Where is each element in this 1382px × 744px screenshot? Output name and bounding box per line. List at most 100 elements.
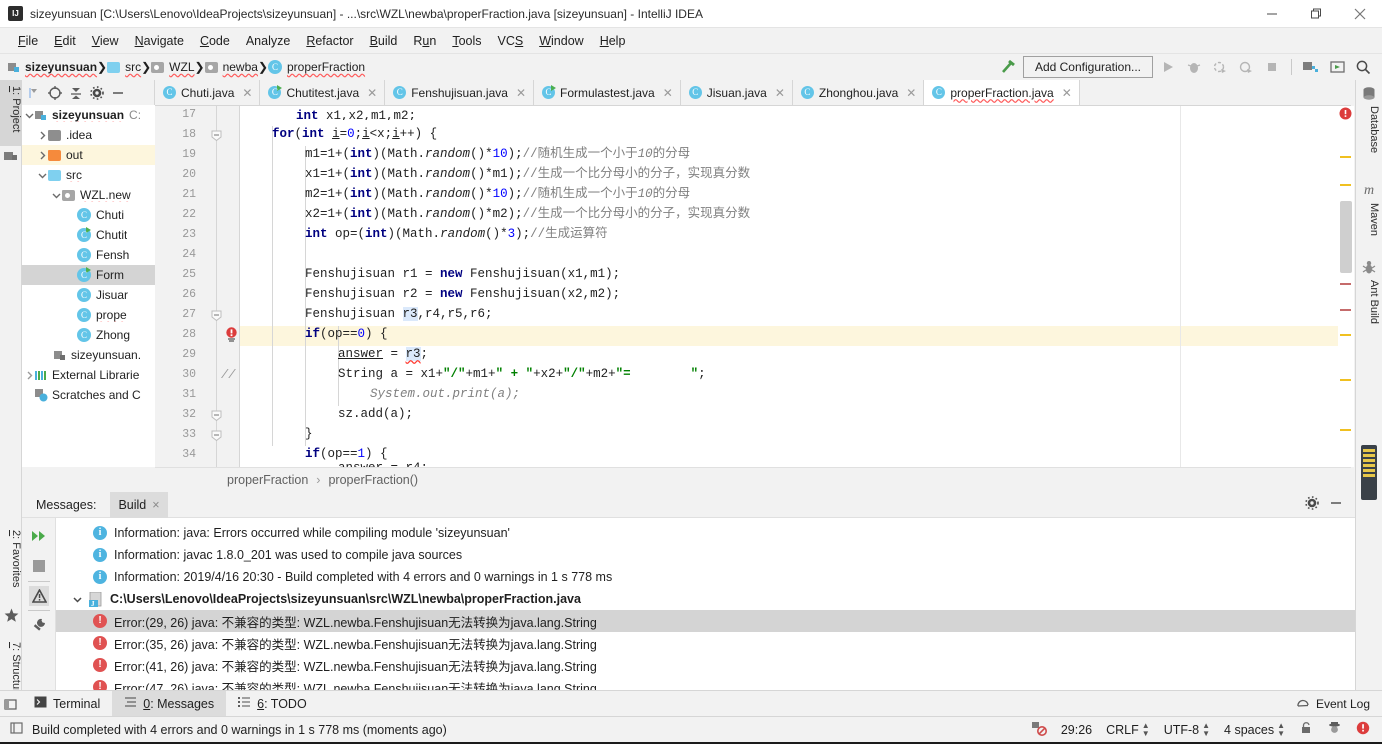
show-tool-windows-icon[interactable] [0,691,22,717]
editor-gutter[interactable]: 17 18 19 20 21 22 23 24 25 26 27 28 29 3… [155,106,240,467]
code-editor[interactable]: 17 18 19 20 21 22 23 24 25 26 27 28 29 3… [155,106,1351,467]
chevron-down-icon[interactable] [69,591,85,607]
chevron-right-icon[interactable] [37,145,48,165]
minimize-button[interactable] [1250,0,1294,28]
tab-messages[interactable]: 0: Messages [112,690,227,717]
no-vcs-icon[interactable] [1031,720,1047,739]
breadcrumb-newba[interactable]: newba [204,60,258,74]
tab-fenshujisuan-java[interactable]: Fenshujisuan.java ✕ [385,80,534,105]
error-badge-icon[interactable] [1356,721,1370,738]
profile-icon[interactable] [1235,56,1257,78]
error-count-badge[interactable] [1338,106,1354,122]
chevron-down-icon[interactable] [24,105,35,125]
close-icon[interactable]: ✕ [516,86,526,100]
messages-build-tab[interactable]: Build × [110,491,168,518]
close-icon[interactable]: ✕ [906,86,916,100]
run-configuration-selector[interactable]: Add Configuration... [1023,56,1153,78]
tree-item-out[interactable]: out [22,145,155,165]
sidebar-item-database[interactable]: Database [1359,106,1380,153]
sidebar-item-project[interactable]: 1: Project [0,80,22,146]
message-row-info-1[interactable]: Information: java: Errors occurred while… [56,522,1355,544]
chevron-right-icon[interactable] [24,365,35,385]
message-row-info-2[interactable]: Information: javac 1.8.0_201 was used to… [56,544,1355,566]
menu-build[interactable]: Build [362,31,406,51]
tab-properfraction-java[interactable]: properFraction.java ✕ [924,80,1080,105]
chevron-right-icon[interactable] [37,125,48,145]
fold-collapse-icon[interactable] [211,310,222,322]
collapse-marker-icon[interactable] [24,83,43,102]
tree-item-formulastest[interactable]: Form [22,265,155,285]
update-icon[interactable] [1326,56,1348,78]
search-everywhere-icon[interactable] [1352,56,1374,78]
tree-item-src[interactable]: src [22,165,155,185]
tab-todo[interactable]: 6: TODO [226,691,319,717]
menu-run[interactable]: Run [405,31,444,51]
fold-collapse-icon[interactable] [211,130,222,142]
inspection-hector-icon[interactable] [1327,721,1342,738]
warning-marker[interactable] [1340,184,1351,186]
encoding-selector[interactable]: UTF-8 ▲ ▼ [1164,721,1210,738]
message-row-error-2[interactable]: Error:(35, 26) java: 不兼容的类型: WZL.newba.F… [56,632,1355,654]
tree-item-sizeyunsuan-iml[interactable]: sizeyunsuan. [22,345,155,365]
project-structure-icon[interactable] [1300,56,1322,78]
menu-code[interactable]: Code [192,31,238,51]
close-icon[interactable]: ✕ [242,86,252,100]
sidebar-item-ant-build[interactable]: Ant Build [1359,280,1380,324]
error-marker[interactable] [1340,309,1351,311]
hide-panel-icon[interactable] [1329,496,1343,513]
stop-icon[interactable] [29,556,49,576]
code-text-area[interactable]: int x1,x2,m1,m2; for(int i=0;i<x;i++) { … [240,106,1351,467]
collapse-all-icon[interactable] [66,83,85,102]
tab-chutitest-java[interactable]: Chutitest.java ✕ [260,80,386,105]
tree-item-properfraction[interactable]: prope [22,305,155,325]
toggle-panel-icon[interactable] [10,721,24,738]
menu-vcs[interactable]: VCS [490,31,532,51]
tab-formulastest-java[interactable]: Formulastest.java ✕ [534,80,681,105]
menu-tools[interactable]: Tools [444,31,489,51]
tree-item-jisuan[interactable]: Jisuar [22,285,155,305]
close-icon[interactable]: ✕ [1062,86,1072,100]
menu-file[interactable]: File [10,31,46,51]
breadcrumb-src[interactable]: src [107,60,141,74]
run-icon[interactable] [1157,56,1179,78]
tree-item-fenshujisuan[interactable]: Fensh [22,245,155,265]
warning-marker[interactable] [1340,334,1351,336]
tree-item-sizeyunsuan[interactable]: sizeyunsuan C: [22,105,155,125]
menu-analyze[interactable]: Analyze [238,31,298,51]
breadcrumb-class[interactable]: properFraction [227,473,308,487]
close-icon[interactable]: ✕ [775,86,785,100]
rerun-icon[interactable] [29,526,49,546]
build-messages-list[interactable]: Information: java: Errors occurred while… [56,518,1355,696]
caret-position[interactable]: 29:26 [1061,723,1092,737]
tree-item-scratches[interactable]: Scratches and C [22,385,155,405]
memory-indicator[interactable] [1361,445,1377,500]
tree-item-zhonghou[interactable]: Zhong [22,325,155,345]
tree-item-chuti[interactable]: Chuti [22,205,155,225]
menu-help[interactable]: Help [592,31,634,51]
lock-icon[interactable] [1299,721,1313,738]
indent-selector[interactable]: 4 spaces ▲ ▼ [1224,721,1285,738]
chevron-down-icon[interactable] [37,165,48,185]
close-button[interactable] [1338,0,1382,28]
breadcrumb-method[interactable]: properFraction() [328,473,418,487]
editor-scrollbar-thumb[interactable] [1340,201,1352,273]
menu-edit[interactable]: Edit [46,31,84,51]
event-log-button[interactable]: Event Log [1296,695,1382,712]
chevron-down-icon[interactable] [51,185,62,205]
fold-collapse-icon[interactable] [211,430,222,442]
menu-navigate[interactable]: Navigate [127,31,192,51]
close-icon[interactable]: ✕ [663,86,673,100]
tab-zhonghou-java[interactable]: Zhonghou.java ✕ [792,80,925,105]
hide-panel-icon[interactable] [108,83,127,102]
filter-warnings-icon[interactable] [29,586,49,606]
stop-icon[interactable] [1261,56,1283,78]
tree-item-chutitest[interactable]: Chutit [22,225,155,245]
warning-marker[interactable] [1340,379,1351,381]
breadcrumb-wzl[interactable]: WZL [151,60,195,74]
tree-item-idea[interactable]: .idea [22,125,155,145]
run-with-coverage-icon[interactable] [1209,56,1231,78]
message-row-info-3[interactable]: Information: 2019/4/16 20:30 - Build com… [56,566,1355,588]
tab-terminal[interactable]: Terminal [22,691,112,717]
debug-icon[interactable] [1183,56,1205,78]
breadcrumb-properfraction[interactable]: properFraction [268,60,365,74]
